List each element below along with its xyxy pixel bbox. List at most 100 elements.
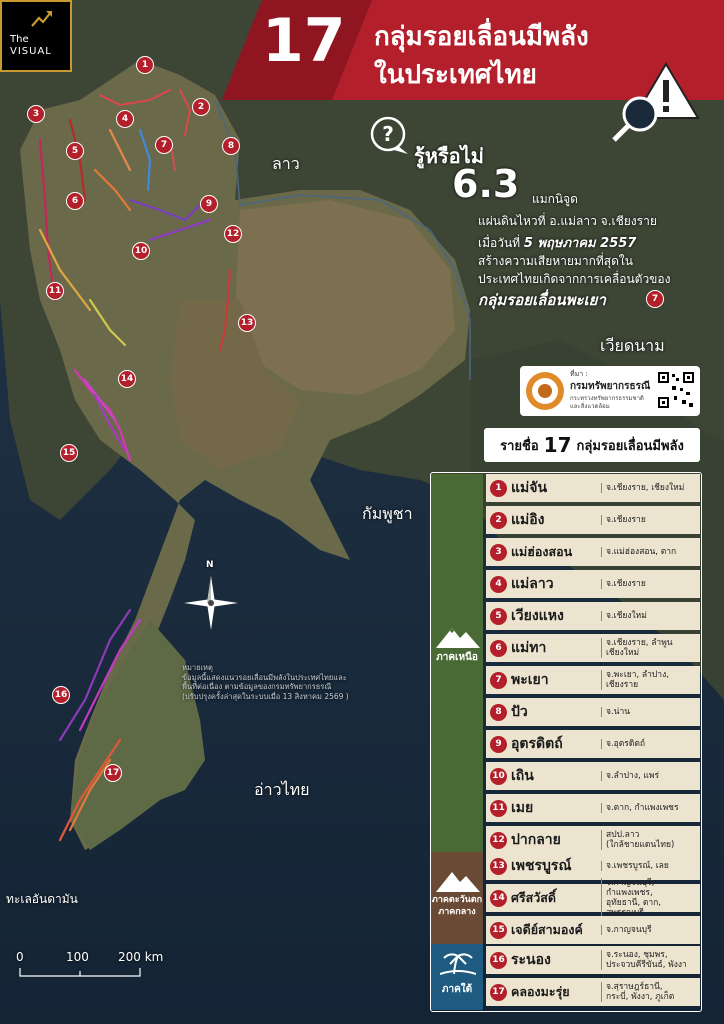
fault-provinces: สปป.ลาว (ใกล้ชายแดนไทย) (601, 830, 700, 850)
fault-provinces-line-2: กระบี่, พังงา, ภูเก็ต (606, 992, 675, 1002)
fault-provinces-line-1: จ.ตาก, กำแพงเพชร (606, 803, 679, 813)
fault-number-badge: 1 (490, 479, 507, 497)
fault-provinces: จ.เชียงใหม่ (601, 611, 700, 621)
fault-name: แม่จัน (511, 480, 548, 496)
fault-pin-4: 4 (116, 110, 134, 128)
question-bubble-icon: ? (370, 116, 408, 154)
fault-provinces-line-2: อุทัยธานี, ตาก, สุพรรณบุรี (606, 898, 662, 918)
fault-provinces-line-2: ประจวบคีรีขันธ์, พังงา (606, 960, 687, 970)
region-label-central: ภาคตะวันตก ภาคกลาง (431, 894, 483, 918)
fault-row-4: 4 แม่ลาว จ.เชียงราย (486, 570, 700, 598)
fault-pin-11: 11 (46, 282, 64, 300)
fault-provinces-line-2: เชียงใหม่ (606, 648, 640, 658)
fault-provinces-line-1: จ.เชียงราย (606, 515, 646, 525)
fault-provinces-line-1: จ.เพชรบูรณ์, เลย (606, 861, 669, 871)
fault-number-badge: 15 (490, 921, 507, 939)
fault-provinces-line-1: จ.เชียงราย (606, 579, 646, 589)
dyk-line-2-date: 5 พฤษภาคม 2557 (523, 236, 637, 251)
region-label-north: ภาคเหนือ (436, 652, 478, 663)
title-number: 17 (262, 6, 346, 76)
fault-name: แม่ทา (511, 640, 547, 656)
fault-number-badge: 17 (490, 983, 507, 1001)
source-ministry-2: และสิ่งแวดล้อม (570, 403, 610, 410)
label-laos: ลาว (272, 154, 300, 173)
fault-provinces-line-1: จ.เชียงราย, ลำพูน (606, 638, 673, 648)
qr-code-icon[interactable] (656, 370, 696, 410)
fault-pin-9: 9 (200, 195, 218, 213)
fault-number-badge: 9 (490, 735, 507, 753)
dyk-line-2: เมื่อวันที่ 5 พฤษภาคม 2557 (478, 232, 636, 253)
title-line-1: กลุ่มรอยเลื่อนมีพลัง (374, 22, 589, 52)
fault-pin-15: 15 (60, 444, 78, 462)
list-header-suffix: กลุ่มรอยเลื่อนมีพลัง (576, 438, 684, 454)
list-header: รายชื่อ 17 กลุ่มรอยเลื่อนมีพลัง (484, 428, 700, 462)
fault-row-14: 14 ศรีสวัสดิ์ จ.กาญจนบุรี, กำแพงเพชร, อุทัย… (486, 878, 700, 918)
dyk-magnitude-unit: แมกนิจูด (532, 192, 578, 206)
fault-provinces: จ.เพชรบูรณ์, เลย (601, 861, 700, 871)
compass-rose-icon (184, 576, 238, 630)
palm-beach-icon (440, 953, 476, 975)
fault-number-badge: 16 (490, 951, 507, 969)
fault-provinces-line-1: จ.กาญจนบุรี (606, 925, 652, 935)
mountain-icon (436, 628, 480, 648)
fault-provinces: จ.เชียงราย (601, 515, 700, 525)
fault-name: ปากลาย (511, 832, 561, 848)
fault-number-badge: 12 (490, 831, 507, 849)
fault-name: แม่ลาว (511, 576, 554, 592)
fault-row-16: 16 ระนอง จ.ระนอง, ชุมพร, ประจวบคีรีขันธ์, พ… (486, 946, 700, 974)
scale-tick-200: 200 km (118, 950, 164, 964)
fault-name: แม่ฮ่องสอน (511, 544, 573, 559)
map-note: หมายเหตุ ข้อมูลนี้แสดงแนวรอยเลื่อนมีพลัง… (182, 663, 349, 701)
fault-pin-3: 3 (27, 105, 45, 123)
dyk-line-2-prefix: เมื่อวันที่ (478, 236, 521, 250)
brand-line-1: The (10, 34, 29, 45)
list-header-count: 17 (543, 433, 572, 457)
north-symbol: N (206, 560, 214, 570)
fault-name: ศรีสวัสดิ์ (511, 890, 557, 905)
fault-pin-13: 13 (238, 314, 256, 332)
fault-row-3: 3 แม่ฮ่องสอน จ.แม่ฮ่องสอน, ตาก (486, 538, 700, 566)
fault-provinces: จ.อุตรดิตถ์ (601, 739, 700, 749)
fault-row-8: 8 ปัว จ.น่าน (486, 698, 700, 726)
scale-bar (19, 968, 141, 977)
trend-arrow-icon (31, 11, 52, 27)
dyk-line-1: แผ่นดินไหวที่ อ.แม่ลาว จ.เชียงราย (478, 214, 657, 228)
fault-number-badge: 2 (490, 511, 507, 529)
fault-provinces: จ.เชียงราย, เชียงใหม่ (601, 483, 700, 493)
fault-name: คลองมะรุ่ย (511, 984, 570, 999)
fault-provinces: จ.เชียงราย (601, 579, 700, 589)
fault-pin-5: 5 (66, 142, 84, 160)
fault-provinces: จ.กาญจนบุรี (601, 925, 700, 935)
brand-line-2: VISUAL (10, 46, 52, 57)
fault-provinces-line-1: จ.กาญจนบุรี, กำแพงเพชร, (606, 878, 655, 898)
scale-tick-100: 100 (66, 950, 89, 964)
fault-number-badge: 4 (490, 575, 507, 593)
fault-provinces: จ.ระนอง, ชุมพร, ประจวบคีรีขันธ์, พังงา (601, 950, 700, 970)
label-vietnam: เวียดนาม (600, 336, 665, 355)
fault-provinces: จ.แม่ฮ่องสอน, ตาก (601, 547, 700, 557)
dyk-line-5: กลุ่มรอยเลื่อนพะเยา (478, 291, 606, 309)
fault-provinces-line-1: จ.แม่ฮ่องสอน, ตาก (606, 547, 677, 557)
fault-number-badge: 11 (490, 799, 507, 817)
fault-row-15: 15 เจดีย์สามองค์ จ.กาญจนบุรี (486, 916, 700, 944)
fault-provinces-line-1: จ.พะเยา, ลำปาง, (606, 670, 669, 680)
region-label-south: ภาคใต้ (441, 984, 473, 995)
fault-pin-14: 14 (118, 370, 136, 388)
fault-number-badge: 6 (490, 639, 507, 657)
note-line-2: ข้อมูลนี้แสดงแนวรอยเลื่อนมีพลังในประเทศไ… (182, 672, 347, 682)
fault-row-6: 6 แม่ทา จ.เชียงราย, ลำพูน เชียงใหม่ (486, 634, 700, 662)
fault-row-13: 13 เพชรบูรณ์ จ.เพชรบูรณ์, เลย (486, 852, 700, 880)
fault-number-badge: 7 (490, 671, 507, 689)
brand-logo: The VISUAL (0, 0, 72, 72)
fault-row-11: 11 เมย จ.ตาก, กำแพงเพชร (486, 794, 700, 822)
fault-provinces-line-1: จ.อุตรดิตถ์ (606, 739, 646, 749)
warning-search-icon (612, 62, 700, 142)
fault-name: พะเยา (511, 672, 549, 688)
fault-pin-1: 1 (136, 56, 154, 74)
fault-pin-17: 17 (104, 764, 122, 782)
fault-row-2: 2 แม่อิง จ.เชียงราย (486, 506, 700, 534)
fault-provinces-line-1: สปป.ลาว (606, 830, 640, 840)
fault-provinces: จ.สุราษฎร์ธานี, กระบี่, พังงา, ภูเก็ต (601, 982, 700, 1002)
fault-number-badge: 10 (490, 767, 507, 785)
fault-provinces-line-1: จ.เชียงใหม่ (606, 611, 647, 621)
